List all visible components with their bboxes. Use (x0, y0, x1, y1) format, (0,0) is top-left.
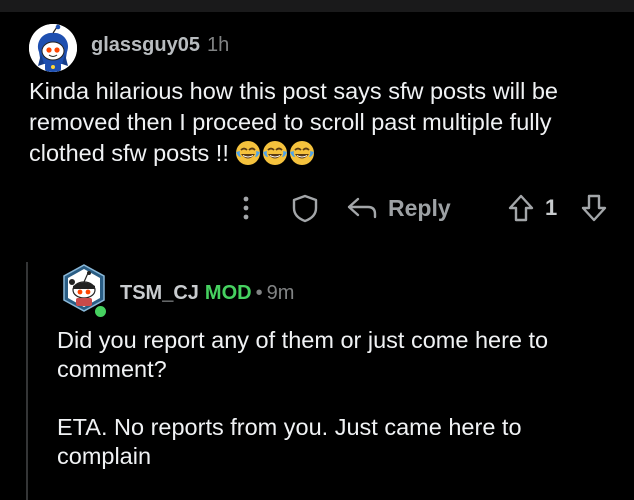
timestamp: 9m (266, 282, 295, 304)
reply-comment: TSM_CJ MOD • 9m Did you report any of them … (0, 0, 634, 500)
reply-paragraph: Did you report any of them or just come … (57, 327, 549, 382)
reply-meta: TSM_CJ MOD • 9m (120, 282, 294, 305)
username[interactable]: TSM_CJ (120, 282, 199, 304)
mod-badge: MOD (204, 282, 252, 304)
online-status-dot (93, 304, 108, 319)
reply-paragraph: ETA. No reports from you. Just came here… (57, 414, 522, 469)
reply-body: Did you report any of them or just come … (57, 326, 617, 500)
separator-dot: • (255, 282, 263, 304)
